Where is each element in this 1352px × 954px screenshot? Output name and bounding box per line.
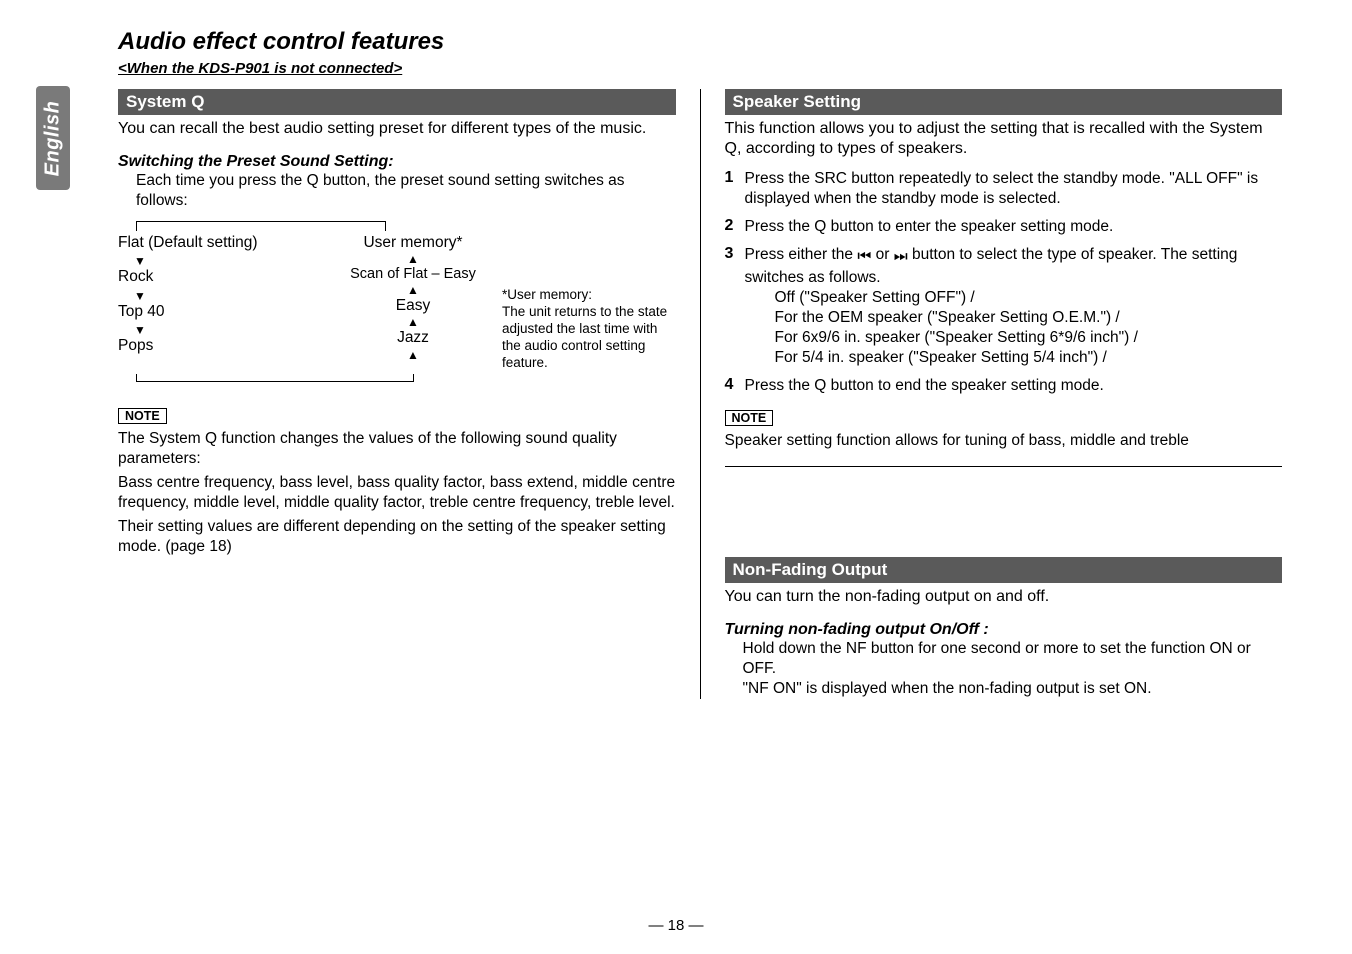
arrow-up-icon: ▲: [328, 316, 498, 328]
step-3-body: Press either the ⏮ or ⏭ button to select…: [745, 245, 1283, 368]
arrow-down-icon: ▼: [134, 255, 328, 267]
step-2-body: Press the Q button to enter the speaker …: [745, 217, 1283, 237]
speaker-note-text: Speaker setting function allows for tuni…: [725, 431, 1283, 466]
step-1: 1 Press the SRC button repeatedly to sel…: [725, 169, 1283, 209]
diagram-connector-top: [136, 221, 676, 231]
preset-pops: Pops: [118, 336, 328, 356]
step-3-text-a: Press either the: [745, 246, 858, 263]
step-3-opt-1: For the OEM speaker ("Speaker Setting O.…: [775, 308, 1283, 328]
step-2: 2 Press the Q button to enter the speake…: [725, 217, 1283, 237]
next-track-icon: ⏭: [894, 247, 908, 267]
preset-mid-list: User memory* ▲ Scan of Flat – Easy ▲ Eas…: [328, 233, 498, 360]
step-4-body: Press the Q button to end the speaker se…: [745, 376, 1283, 396]
note-text-1: The System Q function changes the values…: [118, 429, 676, 469]
preset-diagram: Flat (Default setting) ▼ Rock ▼ Top 40 ▼…: [118, 221, 676, 381]
step-3-opt-0: Off ("Speaker Setting OFF") /: [775, 288, 1283, 308]
note-label: NOTE: [118, 408, 167, 424]
language-tab: English: [36, 86, 70, 190]
arrow-up-icon: ▲: [328, 349, 498, 361]
prev-track-icon: ⏮: [857, 247, 871, 267]
page-number: — 18 —: [0, 917, 1352, 934]
speaker-steps: 1 Press the SRC button repeatedly to sel…: [725, 169, 1283, 396]
note-text-2: Bass centre frequency, bass level, bass …: [118, 473, 676, 513]
columns: System Q You can recall the best audio s…: [60, 89, 1292, 699]
arrow-up-icon: ▲: [328, 253, 498, 265]
step-number: 1: [725, 169, 745, 187]
non-fading-lead: You can turn the non-fading output on an…: [725, 587, 1283, 607]
step-number: 4: [725, 376, 745, 394]
preset-rock: Rock: [118, 267, 328, 287]
nf-body-2: "NF ON" is displayed when the non-fading…: [743, 679, 1283, 699]
speaker-setting-lead: This function allows you to adjust the s…: [725, 119, 1283, 159]
system-q-lead: You can recall the best audio setting pr…: [118, 119, 676, 139]
preset-jazz: Jazz: [328, 328, 498, 348]
note-label: NOTE: [725, 410, 774, 426]
preset-easy: Easy: [328, 296, 498, 316]
preset-top40: Top 40: [118, 302, 328, 322]
nf-body-1: Hold down the NF button for one second o…: [743, 639, 1283, 679]
arrow-down-icon: ▼: [134, 324, 328, 336]
user-memory-note-title: *User memory:: [502, 287, 676, 304]
note-text-3: Their setting values are different depen…: [118, 517, 676, 557]
diagram-connector-bottom: [136, 374, 676, 382]
step-1-body: Press the SRC button repeatedly to selec…: [745, 169, 1283, 209]
step-4: 4 Press the Q button to end the speaker …: [725, 376, 1283, 396]
step-3-opt-2: For 6x9/6 in. speaker ("Speaker Setting …: [775, 328, 1283, 348]
switch-preset-heading: Switching the Preset Sound Setting:: [118, 153, 676, 171]
page-subtitle: <When the KDS-P901 is not connected>: [118, 60, 1292, 77]
preset-left-list: Flat (Default setting) ▼ Rock ▼ Top 40 ▼…: [118, 233, 328, 358]
switch-preset-body: Each time you press the Q button, the pr…: [136, 171, 676, 211]
right-column: Speaker Setting This function allows you…: [701, 89, 1293, 699]
user-memory-note: *User memory: The unit returns to the st…: [498, 287, 676, 371]
step-number: 3: [725, 245, 745, 263]
left-column: System Q You can recall the best audio s…: [110, 89, 701, 699]
step-3-opt-3: For 5/4 in. speaker ("Speaker Setting 5/…: [775, 348, 1283, 368]
step-3-text-b: or: [871, 246, 893, 263]
arrow-down-icon: ▼: [134, 290, 328, 302]
step-3: 3 Press either the ⏮ or ⏭ button to sele…: [725, 245, 1283, 368]
system-q-header: System Q: [118, 89, 676, 115]
language-label: English: [42, 100, 65, 176]
step-number: 2: [725, 217, 745, 235]
speaker-setting-header: Speaker Setting: [725, 89, 1283, 115]
non-fading-header: Non-Fading Output: [725, 557, 1283, 583]
arrow-up-icon: ▲: [328, 284, 498, 296]
page: English Audio effect control features <W…: [0, 0, 1352, 954]
preset-scan: Scan of Flat – Easy: [328, 265, 498, 284]
nf-onoff-heading: Turning non-fading output On/Off :: [725, 621, 1283, 639]
user-memory-note-body: The unit returns to the state adjusted t…: [502, 304, 676, 372]
preset-user-memory: User memory*: [328, 233, 498, 253]
preset-flat: Flat (Default setting): [118, 233, 328, 253]
page-title: Audio effect control features: [118, 28, 1292, 56]
